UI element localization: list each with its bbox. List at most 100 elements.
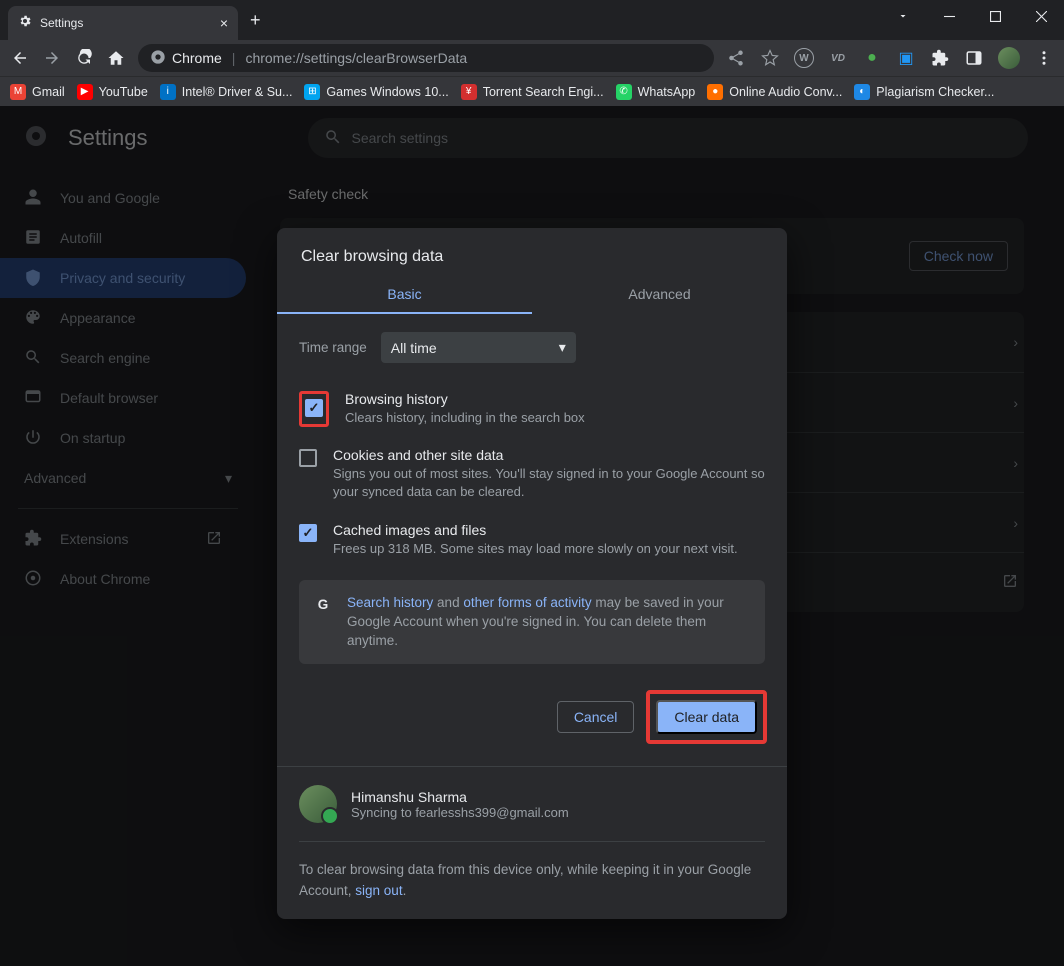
forward-button[interactable] [42, 48, 62, 68]
clear-data-highlight: Clear data [646, 690, 767, 744]
bookmark-label: Online Audio Conv... [729, 85, 842, 99]
open-external-icon [206, 530, 222, 549]
new-tab-button[interactable]: + [250, 10, 261, 31]
bookmark-item[interactable]: ▶ YouTube [77, 84, 148, 100]
close-tab-icon[interactable]: × [220, 15, 228, 31]
extension-vd-icon[interactable]: VD [828, 48, 848, 68]
bookmark-label: Gmail [32, 85, 65, 99]
user-avatar [299, 785, 337, 823]
search-history-link[interactable]: Search history [347, 595, 433, 610]
bookmark-label: Intel® Driver & Su... [182, 85, 293, 99]
sidebar-item[interactable]: Privacy and security [0, 258, 246, 298]
option-checkbox[interactable] [299, 449, 317, 467]
dialog-title: Clear browsing data [277, 228, 787, 276]
bookmark-item[interactable]: ¥ Torrent Search Engi... [461, 84, 604, 100]
bookmark-item[interactable]: ⊞Games Windows 10... [304, 84, 448, 100]
option-description: Clears history, including in the search … [345, 409, 585, 427]
sidebar-icon [24, 188, 42, 209]
sidebar-item[interactable]: On startup [0, 418, 246, 458]
sidebar-icon [24, 348, 42, 369]
user-name: Himanshu Sharma [351, 789, 569, 805]
close-window-button[interactable] [1018, 0, 1064, 32]
sidebar-label: Autofill [60, 230, 102, 246]
option-title: Cached images and files [333, 522, 738, 538]
url-path: chrome://settings/clearBrowserData [245, 50, 467, 66]
bookmark-favicon: ¥ [461, 84, 477, 100]
bookmark-item[interactable]: MGmail [10, 84, 65, 100]
extensions-label: Extensions [60, 531, 128, 547]
open-external-icon [1002, 573, 1018, 592]
bookmark-favicon: ✆ [616, 84, 632, 100]
tab-basic[interactable]: Basic [277, 276, 532, 314]
chrome-logo-icon [24, 124, 48, 153]
sidebar-label: You and Google [60, 190, 160, 206]
sidebar-about[interactable]: About Chrome [0, 559, 246, 599]
window-titlebar: Settings × + [0, 0, 1064, 40]
clear-option: Cached images and filesFrees up 318 MB. … [299, 512, 765, 568]
bookmark-item[interactable]: ✆ WhatsApp [616, 84, 696, 100]
cancel-button[interactable]: Cancel [557, 701, 635, 733]
option-title: Browsing history [345, 391, 585, 407]
bookmark-star-icon[interactable] [760, 48, 780, 68]
bookmark-favicon: ▶ [77, 84, 93, 100]
option-checkbox[interactable] [299, 524, 317, 542]
bookmark-favicon: ● [707, 84, 723, 100]
reload-button[interactable] [74, 48, 94, 68]
option-title: Cookies and other site data [333, 447, 765, 463]
sidebar-extensions[interactable]: Extensions [0, 519, 246, 559]
share-icon[interactable] [726, 48, 746, 68]
browser-toolbar: Chrome | chrome://settings/clearBrowserD… [0, 40, 1064, 76]
sidebar-label: Search engine [60, 350, 150, 366]
gear-icon [18, 14, 32, 33]
bookmark-item[interactable]: ● Online Audio Conv... [707, 84, 842, 100]
side-panel-icon[interactable] [964, 48, 984, 68]
caret-down-icon[interactable] [880, 0, 926, 32]
option-checkbox[interactable] [305, 399, 323, 417]
extension-green-icon[interactable]: ● [862, 48, 882, 68]
bookmark-label: WhatsApp [638, 85, 696, 99]
search-settings-input[interactable]: Search settings [308, 118, 1028, 158]
sidebar-item[interactable]: Autofill [0, 218, 246, 258]
sidebar-item[interactable]: Default browser [0, 378, 246, 418]
extensions-button[interactable] [930, 48, 950, 68]
google-g-icon: G [313, 596, 333, 616]
tab-advanced[interactable]: Advanced [532, 276, 787, 314]
extension-w-icon[interactable]: W [794, 48, 814, 68]
url-scheme: Chrome [172, 50, 222, 66]
bookmark-favicon: ◐ [854, 84, 870, 100]
browser-tab[interactable]: Settings × [8, 6, 238, 40]
profile-avatar[interactable] [998, 47, 1020, 69]
sidebar-item[interactable]: You and Google [0, 178, 246, 218]
menu-button[interactable] [1034, 48, 1054, 68]
sidebar-item[interactable]: Appearance [0, 298, 246, 338]
dropdown-arrow-icon: ▾ [559, 339, 566, 356]
bookmarks-bar: MGmail ▶ YouTube iIntel® Driver & Su... ⊞Gam… [0, 76, 1064, 106]
bookmark-label: Torrent Search Engi... [483, 85, 604, 99]
sidebar-item[interactable]: Search engine [0, 338, 246, 378]
bookmark-label: Plagiarism Checker... [876, 85, 994, 99]
check-now-button[interactable]: Check now [909, 241, 1008, 271]
search-icon [324, 128, 342, 149]
sidebar-advanced[interactable]: Advanced▾ [0, 458, 256, 498]
home-button[interactable] [106, 48, 126, 68]
bookmark-item[interactable]: iIntel® Driver & Su... [160, 84, 293, 100]
other-activity-link[interactable]: other forms of activity [463, 595, 591, 610]
bookmark-item[interactable]: ◐ Plagiarism Checker... [854, 84, 994, 100]
settings-sidebar: You and Google Autofill Privacy and securi… [0, 170, 256, 607]
clear-option: Cookies and other site dataSigns you out… [299, 437, 765, 511]
address-bar[interactable]: Chrome | chrome://settings/clearBrowserD… [138, 44, 714, 72]
chrome-icon [24, 569, 42, 590]
minimize-button[interactable] [926, 0, 972, 32]
bookmark-label: YouTube [99, 85, 148, 99]
chrome-icon [150, 49, 166, 68]
time-range-select[interactable]: All time ▾ [381, 332, 576, 363]
extension-camera-icon[interactable]: ▣ [896, 48, 916, 68]
sidebar-icon [24, 228, 42, 249]
about-label: About Chrome [60, 571, 150, 587]
maximize-button[interactable] [972, 0, 1018, 32]
back-button[interactable] [10, 48, 30, 68]
sidebar-icon [24, 428, 42, 449]
clear-data-button[interactable]: Clear data [656, 700, 757, 734]
clear-browsing-data-dialog: Clear browsing data Basic Advanced Time … [277, 228, 787, 919]
sign-out-link[interactable]: sign out [355, 883, 402, 898]
